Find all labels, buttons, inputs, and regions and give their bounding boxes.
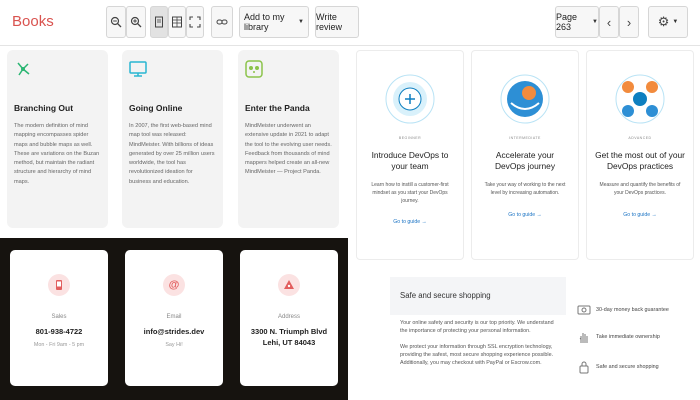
write-review-label: Write review	[316, 12, 343, 32]
feature-text: Safe and secure shopping	[596, 364, 659, 370]
panda-icon	[245, 60, 263, 78]
contact-card-email: @ Email info@strides.dev Say Hi!	[125, 250, 223, 386]
feature-text: 30-day money back guarantee	[596, 307, 669, 313]
lock-icon	[579, 361, 589, 374]
contact-value[interactable]: 801-938-4722	[10, 326, 108, 337]
zoom-out-button[interactable]	[106, 6, 126, 38]
add-to-library-button[interactable]: Add to my library ▼	[239, 6, 309, 38]
devops-card-body: Learn how to instill a customer-first mi…	[371, 182, 449, 204]
page-select[interactable]: Page 263 ▼	[555, 6, 599, 38]
mindmap-card-title: Enter the Panda	[245, 103, 310, 113]
chevron-down-icon: ▼	[298, 19, 304, 25]
fullscreen-button[interactable]	[186, 6, 204, 38]
page-icon	[155, 16, 163, 28]
devops-card-title: Introduce DevOps to your team	[371, 150, 449, 171]
devops-card-kicker: BEGINNER	[398, 136, 422, 140]
grid-page-icon	[172, 16, 182, 28]
previous-page-button[interactable]: ‹	[599, 6, 619, 38]
gear-icon: ⚙	[657, 14, 670, 29]
link-button[interactable]	[211, 6, 233, 38]
mindmap-card-body: MindMeister underwent an extensive updat…	[245, 123, 332, 176]
go-to-guide-link[interactable]: Go to guide →	[480, 212, 570, 218]
contact-card-sales: Sales 801-938-4722 Mon - Fri 9am - 5 pm	[10, 250, 108, 386]
devops-card-body: Measure and quantify the benefits of you…	[599, 182, 681, 196]
devops-card-title: Accelerate your DevOps journey	[494, 150, 556, 171]
brand-title[interactable]: Books	[12, 13, 54, 30]
devops-illustration-beginner	[385, 74, 435, 124]
zoom-in-icon	[130, 16, 142, 28]
chevron-down-icon: ▼	[672, 19, 679, 25]
contact-sub: Mon - Fri 9am - 5 pm	[33, 342, 85, 348]
zoom-out-icon	[110, 16, 122, 28]
devops-illustration-intermediate	[500, 74, 550, 124]
devops-card-title: Get the most out of your DevOps practice…	[595, 150, 685, 171]
contact-sub: Say Hi!	[165, 342, 183, 348]
add-to-library-label: Add to my library	[244, 12, 285, 32]
zoom-in-button[interactable]	[126, 6, 146, 38]
write-review-button[interactable]: Write review	[315, 6, 359, 38]
safe-shopping-panel: Safe and secure shopping Your online saf…	[390, 277, 566, 400]
contact-value[interactable]: 3300 N. Triumph Blvd Lehi, UT 84043	[240, 326, 338, 348]
chevron-down-icon: ▼	[592, 19, 598, 25]
chevron-left-icon: ‹	[606, 14, 612, 30]
safe-shopping-heading: Safe and secure shopping	[390, 277, 566, 315]
link-icon	[216, 19, 228, 25]
safe-shopping-paragraph: Your online safety and security is our t…	[400, 320, 554, 334]
mindmap-card-body: In 2007, the first web-based mind map to…	[129, 123, 215, 185]
devops-card: BEGINNER Introduce DevOps to your team L…	[356, 50, 464, 260]
mindmap-card: Branching Out The modern definition of m…	[7, 50, 108, 228]
branching-icon	[17, 62, 30, 76]
toolbar: Books Add to my library ▼ Write review P…	[0, 0, 700, 46]
devops-illustration-advanced	[615, 74, 665, 124]
mindmap-card: Going Online In 2007, the first web-base…	[122, 50, 223, 228]
contact-label: Email	[166, 314, 182, 320]
feature-item: 30-day money back guarantee	[577, 299, 697, 321]
map-pin-icon	[278, 274, 300, 296]
contact-card-address: Address 3300 N. Triumph Blvd Lehi, UT 84…	[240, 250, 338, 386]
go-to-guide-link[interactable]: Go to guide →	[365, 219, 455, 225]
two-page-view-button[interactable]	[168, 6, 186, 38]
phone-icon	[48, 274, 70, 296]
mindmap-card-title: Branching Out	[14, 103, 74, 113]
safe-shopping-paragraph: We protect your information through SSL …	[400, 344, 554, 366]
mindmap-card-body: The modern definition of mind mapping en…	[14, 123, 100, 185]
feature-text: Take immediate ownership	[596, 334, 660, 340]
go-to-guide-link[interactable]: Go to guide →	[595, 212, 685, 218]
page-number-label: Page 263	[556, 12, 578, 32]
devops-card-body: Take your way of working to the next lev…	[484, 182, 566, 196]
devops-card: ADVANCED Get the most out of your DevOps…	[586, 50, 694, 260]
contact-label: Sales	[51, 314, 67, 320]
money-back-icon	[577, 305, 591, 315]
fullscreen-icon	[189, 16, 201, 28]
devops-card-kicker: ADVANCED	[628, 136, 652, 140]
mindmap-card: Enter the Panda MindMeister underwent an…	[238, 50, 339, 228]
at-sign-icon: @	[163, 274, 185, 296]
contact-label: Address	[277, 314, 300, 320]
chevron-right-icon: ›	[626, 14, 632, 30]
single-page-view-button[interactable]	[150, 6, 168, 38]
mindmap-card-title: Going Online	[129, 103, 183, 113]
contact-value[interactable]: info@strides.dev	[125, 326, 223, 337]
feature-item: Take immediate ownership	[577, 326, 697, 348]
devops-card: INTERMEDIATE Accelerate your DevOps jour…	[471, 50, 579, 260]
next-page-button[interactable]: ›	[619, 6, 639, 38]
feature-item: Safe and secure shopping	[577, 356, 697, 378]
monitor-icon	[129, 61, 147, 77]
hand-icon	[579, 333, 588, 343]
settings-button[interactable]: ⚙ ▼	[648, 6, 688, 38]
devops-card-kicker: INTERMEDIATE	[509, 136, 541, 140]
